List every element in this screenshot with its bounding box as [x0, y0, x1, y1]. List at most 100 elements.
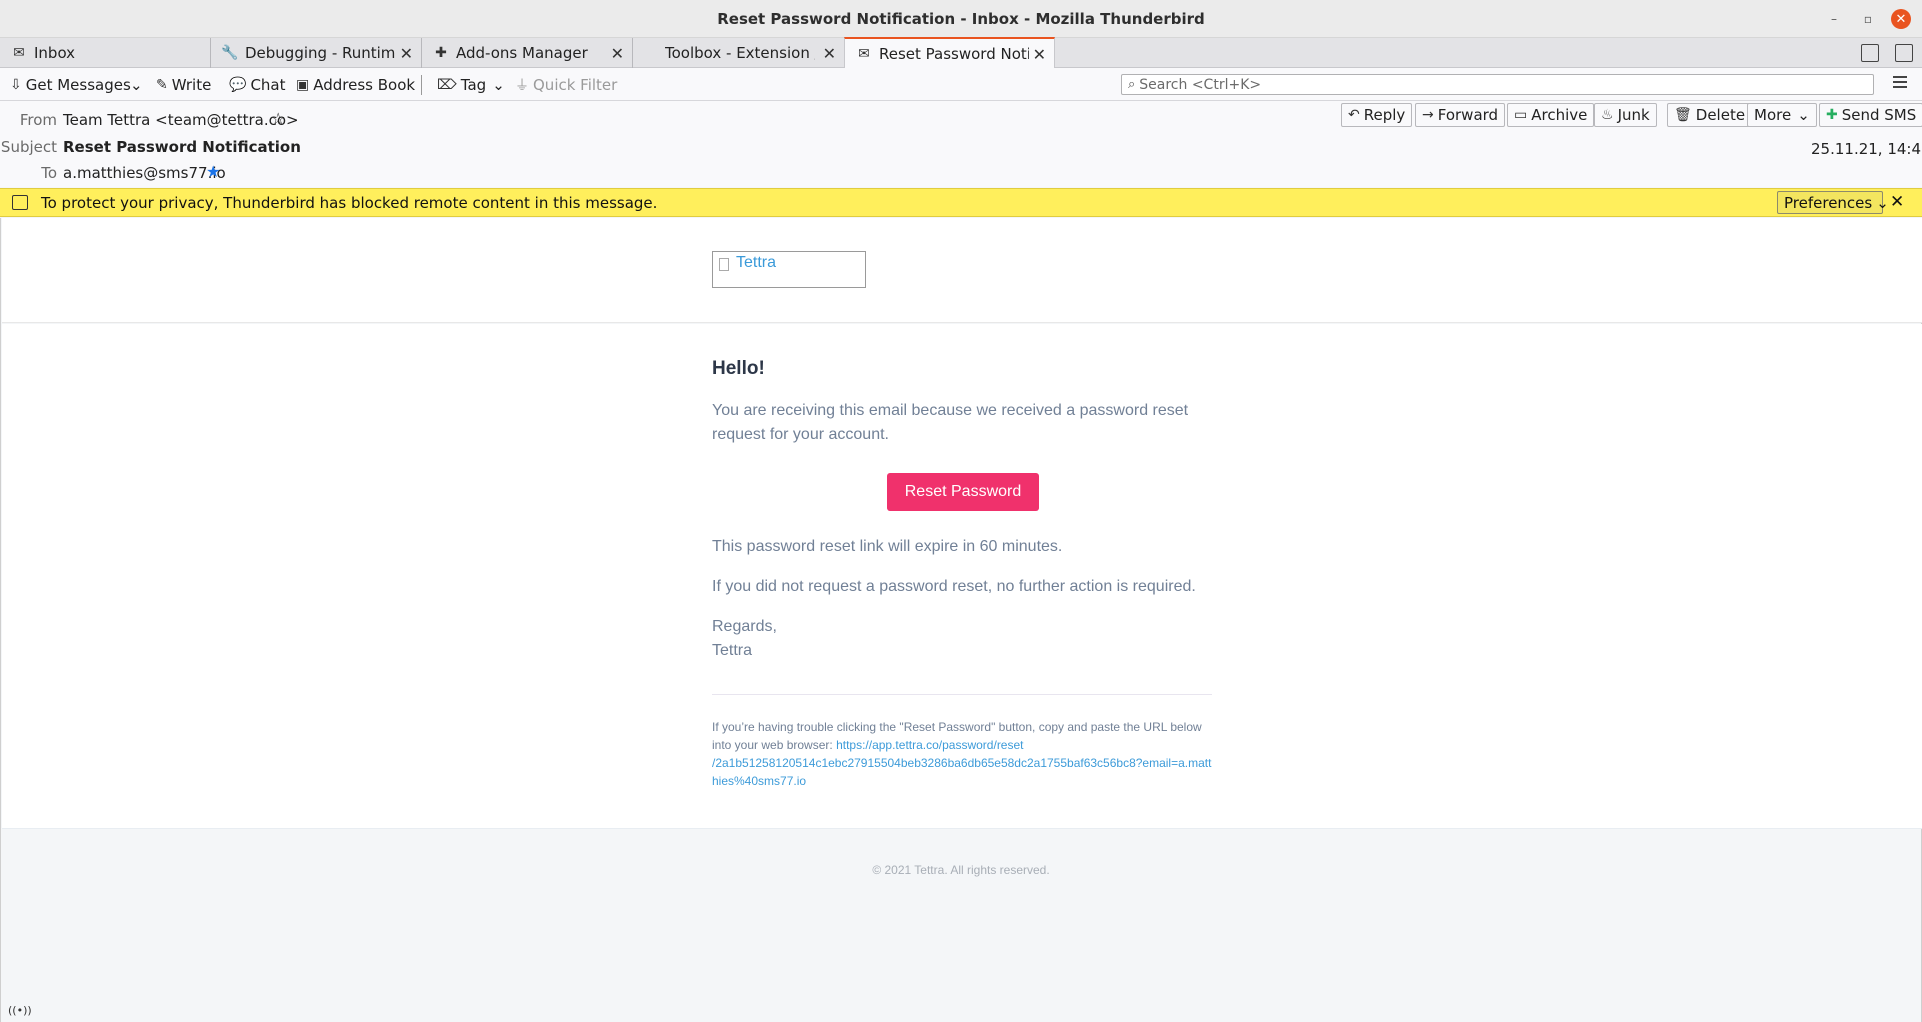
subject-label: Subject	[0, 138, 57, 156]
send-sms-button[interactable]: ✚ Send SMS	[1819, 103, 1922, 127]
star-icon[interactable]: ☆	[271, 109, 285, 128]
tag-button[interactable]: ⌦ Tag ⌄	[437, 75, 505, 95]
delete-label: Delete	[1695, 106, 1746, 124]
download-icon: ⇩	[10, 77, 22, 93]
search-icon: ⌕	[1128, 77, 1136, 92]
write-label: Write	[171, 76, 212, 94]
content-divider	[712, 694, 1212, 695]
close-notification-icon[interactable]: ✕	[1890, 192, 1904, 212]
contact-star-icon[interactable]: ★	[206, 162, 220, 181]
tab-label: Toolbox - Extension / s	[665, 44, 815, 62]
preferences-button[interactable]: Preferences ⌄	[1777, 191, 1889, 214]
tab-inbox[interactable]: ✉ Inbox	[0, 38, 211, 68]
forward-button[interactable]: → Forward	[1415, 103, 1506, 127]
trash-icon: 🗑	[1674, 107, 1692, 123]
tab-label: Reset Password Notific	[879, 44, 1029, 63]
tab-toolbox[interactable]: Toolbox - Extension / s ✕	[633, 38, 844, 68]
address-book-label: Address Book	[313, 76, 416, 94]
tab-label: Debugging - Runtime /	[245, 44, 395, 62]
from-value[interactable]: Team Tettra <team@tettra.co>	[63, 111, 299, 129]
chat-label: Chat	[250, 76, 286, 94]
search-input[interactable]: ⌕ Search <Ctrl+K>	[1121, 74, 1874, 95]
chevron-down-icon: ⌄	[1797, 106, 1810, 124]
trouble-line-2: into your web browser: https://app.tettr…	[712, 736, 1212, 754]
close-tab-icon[interactable]: ✕	[400, 44, 413, 63]
envelope-icon: ✉	[858, 45, 870, 62]
to-value[interactable]: a.matthies@sms77.io	[63, 164, 226, 182]
calendar-icon[interactable]	[1861, 44, 1879, 62]
write-button[interactable]: ✎ Write	[156, 75, 211, 95]
forward-label: Forward	[1437, 106, 1499, 124]
email-content-band: Hello! You are receiving this email beca…	[2, 324, 1922, 829]
close-tab-icon[interactable]: ✕	[1033, 45, 1046, 64]
close-tab-icon[interactable]: ✕	[611, 44, 624, 63]
email-footer: © 2021 Tettra. All rights reserved.	[872, 863, 1050, 877]
online-status-icon[interactable]: ((•))	[8, 1004, 32, 1017]
tab-addons-manager[interactable]: ✚ Add-ons Manager ✕	[422, 38, 633, 68]
junk-label: Junk	[1617, 106, 1650, 124]
maximize-button[interactable]: ▫	[1858, 9, 1878, 29]
address-book-button[interactable]: ▣ Address Book	[296, 75, 415, 95]
close-window-button[interactable]: ✕	[1891, 9, 1911, 29]
blocked-content-icon	[12, 195, 28, 210]
minimize-button[interactable]: –	[1824, 9, 1844, 29]
trouble-prefix: into your web browser:	[712, 738, 837, 752]
logo-alt-text[interactable]: Tettra	[736, 254, 776, 272]
envelope-icon: ✉	[13, 45, 25, 61]
signature-text: Tettra	[712, 642, 753, 659]
close-tab-icon[interactable]: ✕	[823, 44, 836, 63]
reply-icon: ↶	[1348, 107, 1360, 123]
address-book-icon: ▣	[296, 77, 310, 93]
notification-text: To protect your privacy, Thunderbird has…	[41, 194, 658, 212]
more-button[interactable]: More ⌄	[1747, 103, 1817, 127]
reset-url-link[interactable]: https://app.tettra.co/password/reset	[836, 738, 1023, 752]
tag-icon: ⌦	[437, 77, 457, 93]
greeting: Hello!	[712, 358, 765, 379]
no-action-text: If you did not request a password reset,…	[712, 578, 1196, 595]
reset-url-link[interactable]: hies%40sms77.io	[712, 772, 1212, 790]
toolbar-separator	[421, 75, 422, 95]
tasks-icon[interactable]	[1895, 44, 1913, 62]
window-title: Reset Password Notification - Inbox - Mo…	[717, 10, 1205, 28]
chevron-down-icon: ⌄	[492, 76, 505, 94]
intro-line: request for your account.	[712, 426, 889, 443]
quick-filter-button[interactable]: ⏚ Quick Filter	[515, 75, 617, 95]
send-sms-label: Send SMS	[1841, 106, 1917, 124]
puzzle-icon: ✚	[435, 45, 447, 61]
tab-debugging[interactable]: 🔧 Debugging - Runtime / ✕	[211, 38, 422, 68]
message-body: Tettra Hello! You are receiving this ema…	[0, 218, 1922, 1022]
junk-icon: ♨	[1601, 107, 1614, 123]
delete-button[interactable]: 🗑 Delete	[1667, 103, 1753, 127]
email-header-band: Tettra	[2, 218, 1922, 323]
search-placeholder: Search <Ctrl+K>	[1139, 76, 1262, 93]
intro-line: You are receiving this email because we …	[712, 402, 1189, 419]
chevron-down-icon: ⌄	[130, 76, 143, 94]
puzzle-icon: ✚	[1826, 107, 1838, 123]
intro-paragraph: You are receiving this email because we …	[712, 399, 1212, 447]
chevron-down-icon: ⌄	[1876, 193, 1889, 212]
chat-button[interactable]: 💬 Chat	[229, 75, 286, 95]
regards-text: Regards,	[712, 618, 777, 635]
tab-label: Inbox	[34, 44, 76, 62]
reply-button[interactable]: ↶ Reply	[1341, 103, 1413, 127]
message-date: 25.11.21, 14:40	[1811, 140, 1922, 158]
tab-reset-password[interactable]: ✉ Reset Password Notific ✕	[844, 37, 1055, 68]
broken-image-icon	[719, 258, 729, 271]
expire-text: This password reset link will expire in …	[712, 538, 1063, 555]
tab-bar: ✉ Inbox 🔧 Debugging - Runtime / ✕ ✚ Add-…	[0, 37, 1922, 68]
get-messages-dropdown[interactable]: ⌄	[130, 75, 143, 95]
get-messages-label: Get Messages	[25, 76, 131, 94]
reset-password-button[interactable]: Reset Password	[887, 473, 1039, 511]
junk-button[interactable]: ♨ Junk	[1594, 103, 1657, 127]
filter-icon: ⏚	[515, 78, 529, 94]
logo-image[interactable]: Tettra	[712, 251, 866, 288]
app-menu-icon[interactable]	[1893, 76, 1907, 91]
archive-button[interactable]: ▭ Archive	[1507, 103, 1595, 127]
trouble-line: If you’re having trouble clicking the "R…	[712, 720, 1202, 734]
get-messages-button[interactable]: ⇩ Get Messages	[10, 75, 131, 95]
subject-value: Reset Password Notification	[63, 138, 301, 156]
wrench-icon: 🔧	[221, 45, 239, 61]
reset-url-link[interactable]: /2a1b51258120514c1ebc27915504beb3286ba6d…	[712, 754, 1212, 772]
preferences-label: Preferences	[1784, 193, 1873, 212]
archive-label: Archive	[1531, 106, 1588, 124]
